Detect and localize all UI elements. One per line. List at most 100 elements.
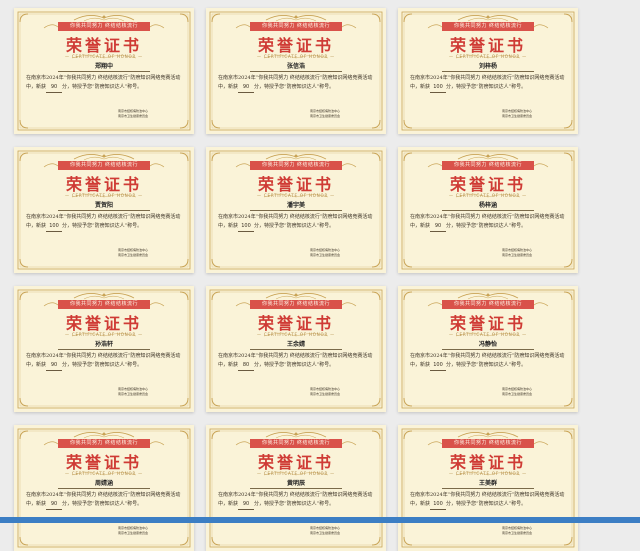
body-text-after: 分，特授予您“防痨知识达人”称号。 [62, 223, 143, 229]
recipient-name: 孙浩轩 [58, 341, 150, 350]
body-text-after: 分，特授予您“防痨知识达人”称号。 [254, 501, 335, 507]
certificate-body-text: 在南京市2024年“你我共同努力 终结结核流行”防痨知识网络竞赛活动中，新获 10… [410, 491, 566, 510]
issuing-organization: 南京市结核病防治中心 南京市卫生健康委员会 [502, 526, 532, 536]
certificate-subtitle: — CERTIFICATE OF HONOR — [449, 193, 527, 198]
recipient-name: 杨梓涵 [442, 202, 534, 211]
issuing-organization: 南京市结核病防治中心 南京市卫生健康委员会 [310, 387, 340, 397]
certificate-body-text: 在南京市2024年“你我共同努力 终结结核流行”防痨知识网络竞赛活动中，新获 90… [410, 213, 566, 232]
org-line-2: 南京市卫生健康委员会 [118, 253, 149, 257]
certificate-card[interactable]: 你我共同努力 终结结核流行 荣誉证书 — CERTIFICATE OF HONO… [14, 425, 194, 551]
slogan-ribbon: 你我共同努力 终结结核流行 [58, 300, 150, 309]
recipient-name: 贾贺阳 [58, 202, 150, 211]
certificate-card[interactable]: 你我共同努力 终结结核流行 荣誉证书 — CERTIFICATE OF HONO… [398, 147, 578, 273]
issuing-organization: 南京市结核病防治中心 南京市卫生健康委员会 [118, 387, 148, 397]
score-value: 80 [238, 361, 255, 371]
score-value: 90 [46, 500, 63, 510]
certificate-title: 荣誉证书 [65, 36, 142, 55]
slogan-ribbon: 你我共同努力 终结结核流行 [442, 300, 534, 309]
org-line-2: 南京市卫生健康委员会 [502, 114, 533, 118]
certificate-subtitle: — CERTIFICATE OF HONOR — [65, 332, 143, 337]
certificate-body-text: 在南京市2024年“你我共同努力 终结结核流行”防痨知识网络竞赛活动中，新获 90… [218, 74, 374, 93]
score-value: 100 [430, 361, 447, 371]
body-text-after: 分，特授予您“防痨知识达人”称号。 [446, 223, 527, 229]
body-text-after: 分，特授予您“防痨知识达人”称号。 [62, 501, 143, 507]
recipient-name: 周婧涵 [58, 480, 150, 489]
issuing-organization: 南京市结核病防治中心 南京市卫生健康委员会 [118, 109, 148, 119]
slogan-ribbon: 你我共同努力 终结结核流行 [250, 439, 342, 448]
slogan-ribbon: 你我共同努力 终结结核流行 [58, 439, 150, 448]
body-text-after: 分，特授予您“防痨知识达人”称号。 [254, 223, 335, 229]
certificate-card[interactable]: 你我共同努力 终结结核流行 荣誉证书 — CERTIFICATE OF HONO… [206, 8, 386, 134]
certificate-card[interactable]: 你我共同努力 终结结核流行 荣誉证书 — CERTIFICATE OF HONO… [398, 8, 578, 134]
certificate-subtitle: — CERTIFICATE OF HONOR — [449, 332, 527, 337]
score-value: 90 [238, 83, 255, 93]
certificate-subtitle: — CERTIFICATE OF HONOR — [65, 54, 143, 59]
certificate-title: 荣誉证书 [65, 175, 142, 194]
issuing-organization: 南京市结核病防治中心 南京市卫生健康委员会 [310, 248, 340, 258]
certificate-title: 荣誉证书 [449, 453, 526, 472]
org-line-2: 南京市卫生健康委员会 [118, 114, 149, 118]
body-text-after: 分，特授予您“防痨知识达人”称号。 [446, 84, 527, 90]
certificate-card[interactable]: 你我共同努力 终结结核流行 荣誉证书 — CERTIFICATE OF HONO… [398, 425, 578, 551]
issuing-organization: 南京市结核病防治中心 南京市卫生健康委员会 [502, 387, 532, 397]
issuing-organization: 南京市结核病防治中心 南京市卫生健康委员会 [118, 248, 148, 258]
score-value: 100 [46, 222, 63, 232]
recipient-name: 张信浩 [250, 63, 342, 72]
certificate-card[interactable]: 你我共同努力 终结结核流行 荣誉证书 — CERTIFICATE OF HONO… [398, 286, 578, 412]
certificate-title: 荣誉证书 [65, 314, 142, 333]
certificate-subtitle: — CERTIFICATE OF HONOR — [257, 471, 335, 476]
certificate-title: 荣誉证书 [257, 314, 334, 333]
slogan-ribbon: 你我共同努力 终结结核流行 [250, 300, 342, 309]
certificate-subtitle: — CERTIFICATE OF HONOR — [449, 471, 527, 476]
org-line-2: 南京市卫生健康委员会 [310, 531, 341, 535]
issuing-organization: 南京市结核病防治中心 南京市卫生健康委员会 [310, 526, 340, 536]
org-line-2: 南京市卫生健康委员会 [118, 531, 149, 535]
certificate-card[interactable]: 你我共同努力 终结结核流行 荣誉证书 — CERTIFICATE OF HONO… [206, 147, 386, 273]
certificate-subtitle: — CERTIFICATE OF HONOR — [65, 193, 143, 198]
certificate-title: 荣誉证书 [257, 36, 334, 55]
slogan-ribbon: 你我共同努力 终结结核流行 [58, 22, 150, 31]
score-value: 90 [238, 500, 255, 510]
certificate-title: 荣誉证书 [65, 453, 142, 472]
certificate-body-text: 在南京市2024年“你我共同努力 终结结核流行”防痨知识网络竞赛活动中，新获 90… [26, 352, 182, 371]
score-value: 100 [238, 222, 255, 232]
body-text-after: 分，特授予您“防痨知识达人”称号。 [446, 501, 527, 507]
score-value: 90 [46, 83, 63, 93]
recipient-name: 冯静怡 [442, 341, 534, 350]
certificate-card[interactable]: 你我共同努力 终结结核流行 荣誉证书 — CERTIFICATE OF HONO… [14, 147, 194, 273]
score-value: 90 [46, 361, 63, 371]
certificate-body-text: 在南京市2024年“你我共同努力 终结结核流行”防痨知识网络竞赛活动中，新获 10… [410, 74, 566, 93]
certificate-body-text: 在南京市2024年“你我共同努力 终结结核流行”防痨知识网络竞赛活动中，新获 90… [218, 491, 374, 510]
certificate-subtitle: — CERTIFICATE OF HONOR — [257, 54, 335, 59]
bottom-scroll-bar[interactable] [0, 517, 640, 523]
org-line-2: 南京市卫生健康委员会 [310, 253, 341, 257]
issuing-organization: 南京市结核病防治中心 南京市卫生健康委员会 [118, 526, 148, 536]
slogan-ribbon: 你我共同努力 终结结核流行 [442, 161, 534, 170]
body-text-after: 分，特授予您“防痨知识达人”称号。 [62, 362, 143, 368]
certificate-body-text: 在南京市2024年“你我共同努力 终结结核流行”防痨知识网络竞赛活动中，新获 90… [26, 74, 182, 93]
recipient-name: 潘宇美 [250, 202, 342, 211]
body-text-after: 分，特授予您“防痨知识达人”称号。 [254, 362, 335, 368]
certificate-body-text: 在南京市2024年“你我共同努力 终结结核流行”防痨知识网络竞赛活动中，新获 80… [218, 352, 374, 371]
org-line-2: 南京市卫生健康委员会 [502, 392, 533, 396]
body-text-after: 分，特授予您“防痨知识达人”称号。 [62, 84, 143, 90]
certificate-title: 荣誉证书 [449, 314, 526, 333]
certificate-card[interactable]: 你我共同努力 终结结核流行 荣誉证书 — CERTIFICATE OF HONO… [206, 425, 386, 551]
org-line-2: 南京市卫生健康委员会 [310, 114, 341, 118]
recipient-name: 郑翔中 [58, 63, 150, 72]
certificate-card[interactable]: 你我共同努力 终结结核流行 荣誉证书 — CERTIFICATE OF HONO… [14, 286, 194, 412]
org-line-2: 南京市卫生健康委员会 [310, 392, 341, 396]
slogan-ribbon: 你我共同努力 终结结核流行 [442, 439, 534, 448]
body-text-after: 分，特授予您“防痨知识达人”称号。 [446, 362, 527, 368]
score-value: 100 [430, 83, 447, 93]
certificate-body-text: 在南京市2024年“你我共同努力 终结结核流行”防痨知识网络竞赛活动中，新获 10… [26, 213, 182, 232]
issuing-organization: 南京市结核病防治中心 南京市卫生健康委员会 [502, 109, 532, 119]
certificate-title: 荣誉证书 [257, 453, 334, 472]
recipient-name: 黄明辰 [250, 480, 342, 489]
certificate-subtitle: — CERTIFICATE OF HONOR — [257, 332, 335, 337]
certificate-card[interactable]: 你我共同努力 终结结核流行 荣誉证书 — CERTIFICATE OF HONO… [206, 286, 386, 412]
org-line-2: 南京市卫生健康委员会 [502, 253, 533, 257]
certificate-card[interactable]: 你我共同努力 终结结核流行 荣誉证书 — CERTIFICATE OF HONO… [14, 8, 194, 134]
certificate-subtitle: — CERTIFICATE OF HONOR — [257, 193, 335, 198]
certificate-title: 荣誉证书 [257, 175, 334, 194]
